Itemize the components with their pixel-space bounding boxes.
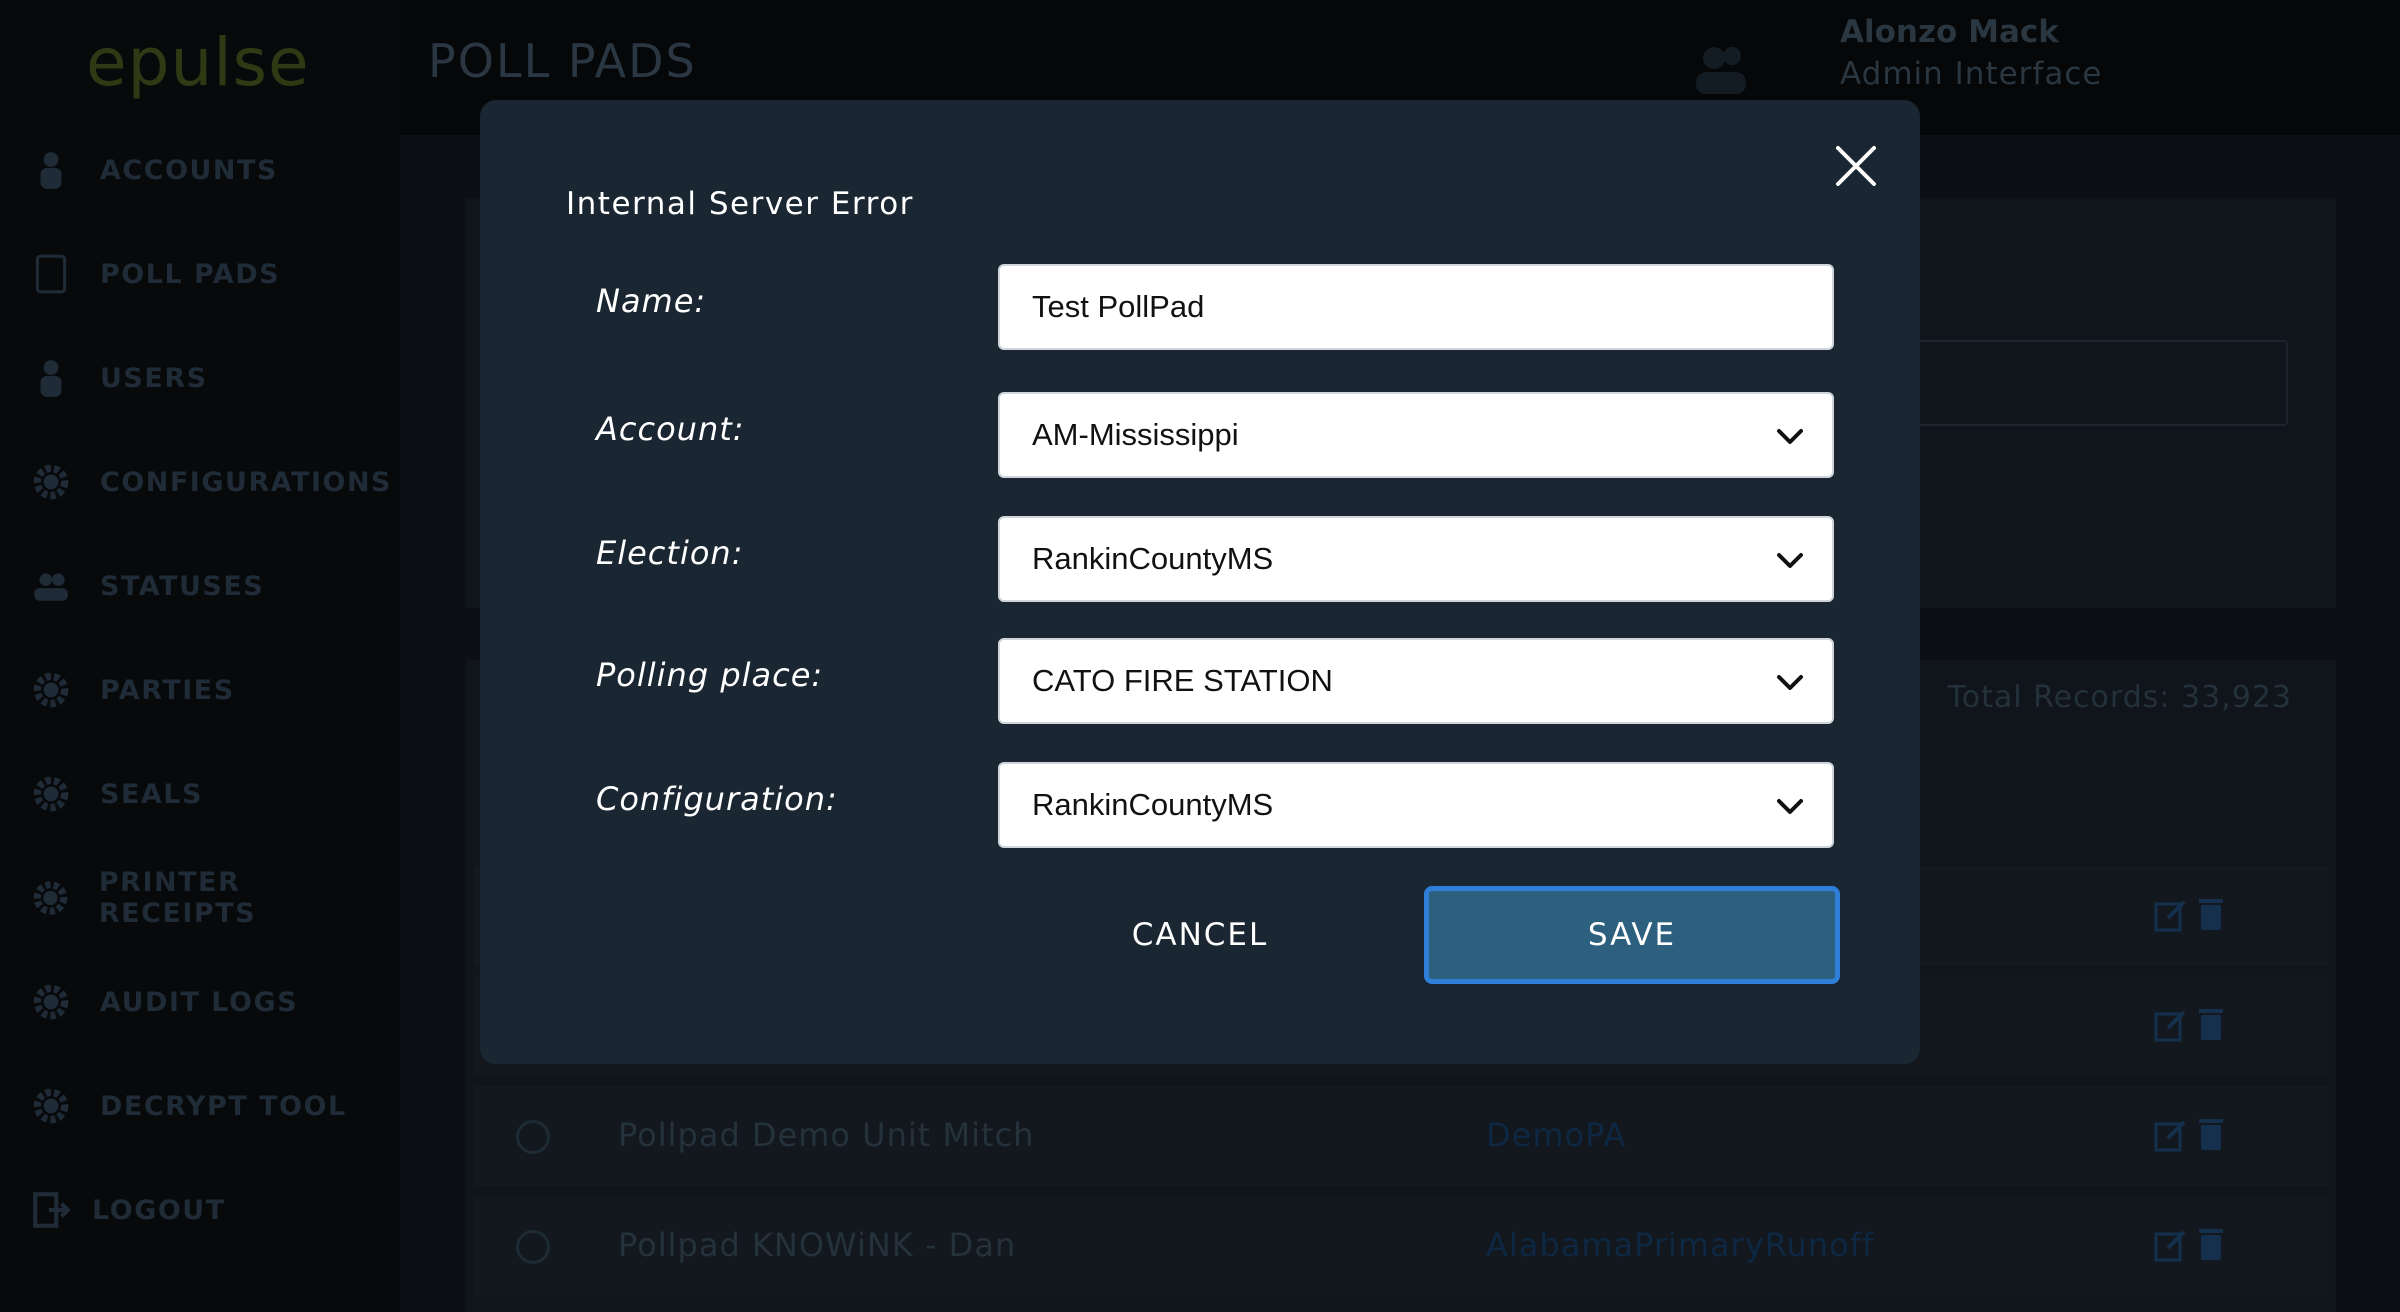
user-group-icon — [1696, 47, 1746, 94]
chevron-down-icon — [1777, 799, 1803, 814]
row-election-link[interactable]: DemoPA — [1486, 1116, 1626, 1154]
sidebar-item-label: USERS — [100, 362, 208, 394]
sidebar-item-label: CONFIGURATIONS — [100, 466, 392, 498]
sidebar-item-statuses[interactable]: STATUSES — [30, 556, 264, 616]
name-field[interactable] — [998, 264, 1834, 350]
account-select[interactable]: AM-Mississippi — [998, 392, 1834, 478]
election-selected-value: RankinCountyMS — [1032, 541, 1274, 576]
account-label: Account: — [596, 410, 745, 448]
configuration-selected-value: RankinCountyMS — [1032, 787, 1274, 822]
error-message: Internal Server Error — [566, 186, 914, 222]
user-name: Alonzo Mack — [1840, 14, 2059, 50]
election-select[interactable]: RankinCountyMS — [998, 516, 1834, 602]
people-icon — [34, 573, 68, 601]
row-name: Pollpad Demo Unit Mitch — [618, 1116, 1035, 1154]
sidebar-item-label: AUDIT LOGS — [100, 986, 299, 1018]
edit-icon[interactable] — [2154, 1228, 2188, 1262]
close-icon[interactable] — [1830, 140, 1882, 192]
user-role: Admin Interface — [1840, 56, 2103, 92]
sidebar-item-label: STATUSES — [100, 570, 265, 602]
sidebar-item-configurations[interactable]: CONFIGURATIONS — [30, 452, 392, 512]
logout-icon — [33, 1192, 71, 1228]
sidebar-item-label: ACCOUNTS — [100, 154, 278, 186]
sidebar-item-audit-logs[interactable]: AUDIT LOGS — [30, 972, 298, 1032]
sidebar-item-accounts[interactable]: ACCOUNTS — [30, 140, 278, 200]
row-select-radio[interactable] — [516, 1120, 550, 1154]
sidebar-item-parties[interactable]: PARTIES — [30, 660, 235, 720]
sidebar-item-logout[interactable]: LOGOUT — [30, 1180, 226, 1240]
gear-icon — [33, 984, 69, 1020]
save-button[interactable]: SAVE — [1424, 886, 1840, 984]
sidebar-item-label: DECRYPT TOOL — [100, 1090, 347, 1122]
edit-icon[interactable] — [2154, 898, 2188, 932]
polling-place-select[interactable]: CATO FIRE STATION — [998, 638, 1834, 724]
gear-icon — [33, 881, 68, 915]
gear-icon — [33, 672, 69, 708]
trash-icon[interactable] — [2196, 1226, 2226, 1262]
trash-icon[interactable] — [2196, 1116, 2226, 1152]
page-title: POLL PADS — [428, 34, 697, 88]
accounts-icon — [40, 152, 62, 189]
account-selected-value: AM-Mississippi — [1032, 417, 1239, 452]
app-logo: epulse — [86, 24, 310, 101]
sidebar-item-users[interactable]: USERS — [30, 348, 208, 408]
row-election-link[interactable]: AlabamaPrimaryRunoff — [1486, 1226, 1874, 1264]
table-row[interactable]: Pollpad Demo Unit Mitch DemoPA — [474, 1086, 2328, 1186]
table-row[interactable]: Pollpad KNOWiNK - Dan AlabamaPrimaryRuno… — [474, 1196, 2328, 1296]
gear-icon — [33, 464, 69, 500]
sidebar-item-label: SEALS — [100, 778, 203, 810]
sidebar: epulse ACCOUNTS POLL PADS USERS CONFIGUR… — [0, 0, 400, 1312]
polling-place-label: Polling place: — [596, 656, 824, 694]
tablet-icon — [35, 254, 67, 294]
sidebar-item-label: PRINTER RECEIPTS — [98, 867, 257, 929]
chevron-down-icon — [1777, 675, 1803, 690]
configuration-select[interactable]: RankinCountyMS — [998, 762, 1834, 848]
row-select-radio[interactable] — [516, 1230, 550, 1264]
trash-icon[interactable] — [2196, 1006, 2226, 1042]
sidebar-item-label: POLL PADS — [100, 258, 281, 290]
sidebar-item-poll-pads[interactable]: POLL PADS — [30, 244, 280, 304]
edit-icon[interactable] — [2154, 1118, 2188, 1152]
gear-icon — [33, 1088, 69, 1124]
edit-icon[interactable] — [2154, 1008, 2188, 1042]
sidebar-item-label: PARTIES — [100, 674, 235, 706]
sidebar-item-label: LOGOUT — [92, 1194, 226, 1226]
sidebar-item-seals[interactable]: SEALS — [30, 764, 203, 824]
trash-icon[interactable] — [2196, 896, 2226, 932]
name-input[interactable] — [1032, 266, 1752, 348]
cancel-button[interactable]: CANCEL — [1100, 900, 1300, 970]
election-label: Election: — [596, 534, 744, 572]
users-icon — [40, 360, 62, 397]
total-records: Total Records: 33,923 — [1947, 680, 2292, 715]
sidebar-item-printer-receipts[interactable]: PRINTER RECEIPTS — [30, 867, 400, 929]
gear-icon — [33, 776, 69, 812]
row-name: Pollpad KNOWiNK - Dan — [618, 1226, 1017, 1264]
polling-place-selected-value: CATO FIRE STATION — [1032, 663, 1333, 698]
name-label: Name: — [596, 282, 707, 320]
chevron-down-icon — [1777, 429, 1803, 444]
configuration-label: Configuration: — [596, 780, 838, 818]
chevron-down-icon — [1777, 553, 1803, 568]
sidebar-item-decrypt-tool[interactable]: DECRYPT TOOL — [30, 1076, 347, 1136]
